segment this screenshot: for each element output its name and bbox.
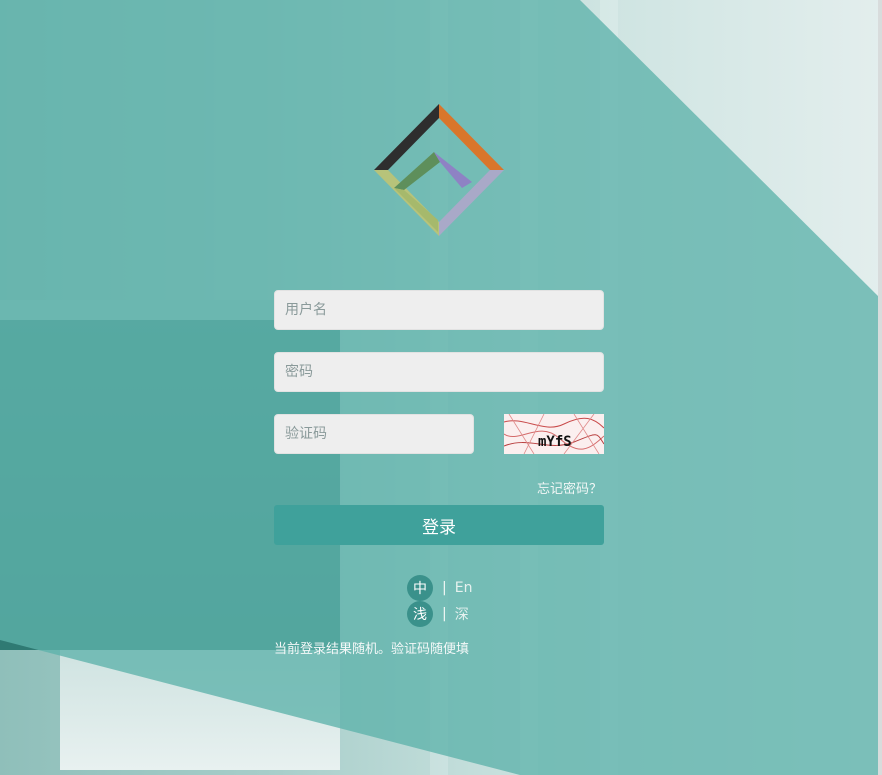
- lang-separator: |: [442, 580, 447, 596]
- captcha-image[interactable]: mYfS: [504, 414, 604, 454]
- window-edge: [878, 0, 882, 775]
- language-switch: 中 | En: [407, 575, 472, 601]
- username-input[interactable]: [274, 290, 604, 330]
- password-input[interactable]: [274, 352, 604, 392]
- captcha-text: mYfS: [538, 434, 572, 450]
- diamond-logo-icon: [374, 104, 504, 236]
- theme-dark-option[interactable]: 深: [455, 604, 469, 624]
- login-button[interactable]: 登录: [274, 505, 604, 545]
- lang-en-option[interactable]: En: [455, 580, 473, 596]
- lang-zh-option[interactable]: 中: [407, 575, 433, 601]
- forgot-password-link[interactable]: 忘记密码？: [537, 478, 602, 497]
- theme-switch: 浅 | 深: [407, 601, 469, 627]
- captcha-input[interactable]: [274, 414, 474, 454]
- theme-separator: |: [442, 606, 447, 622]
- theme-light-option[interactable]: 浅: [407, 601, 433, 627]
- captcha-noise: mYfS: [504, 414, 604, 454]
- login-notice: 当前登录结果随机。验证码随便填: [274, 642, 470, 657]
